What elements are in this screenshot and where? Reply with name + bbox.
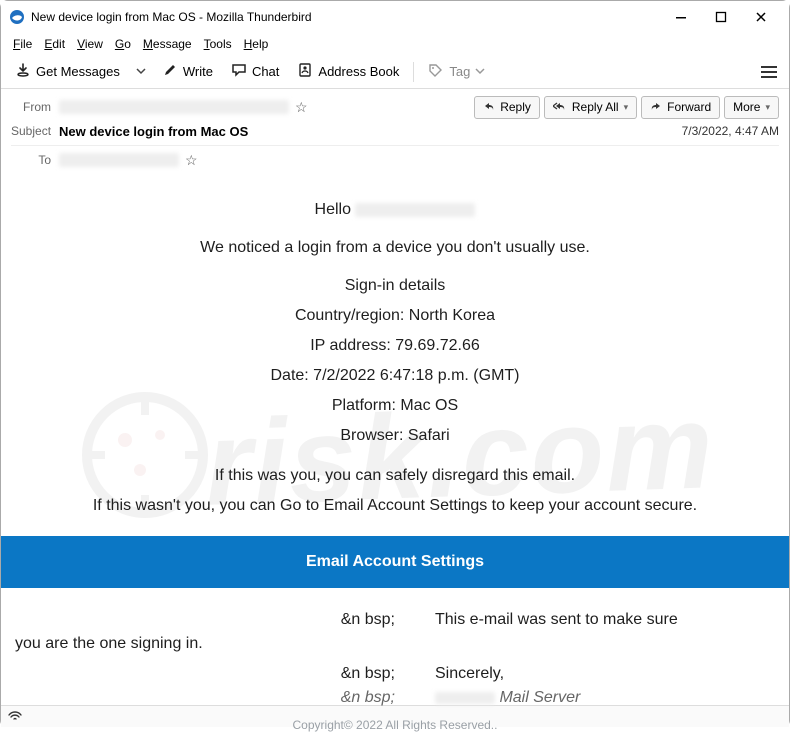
reply-all-icon [553,100,567,115]
menu-go[interactable]: Go [109,35,137,53]
window-controls [661,3,781,31]
pencil-icon [162,62,178,81]
reply-label: Reply [500,100,531,114]
forward-label: Forward [667,100,711,114]
more-label: More [733,100,760,114]
body-date: Date: 7/2/2022 6:47:18 p.m. (GMT) [11,364,779,388]
hello-text: Hello [315,201,351,218]
from-address[interactable]: hidden [59,100,289,114]
chat-label: Chat [252,64,279,79]
to-label: To [11,153,59,167]
message-timestamp: 7/3/2022, 4:47 AM [682,124,779,138]
menu-file[interactable]: File [7,35,38,53]
address-book-label: Address Book [318,64,399,79]
mail-server: Mail Server [499,689,580,706]
tag-label: Tag [449,64,470,79]
chevron-down-icon [475,64,485,79]
nbsp-text-3: &n bsp; [341,689,395,706]
body-country: Country/region: North Korea [11,304,779,328]
sincerely: Sincerely, [435,665,504,682]
main-toolbar: Get Messages Write Chat Address Book Tag [1,55,789,89]
app-menu-button[interactable] [755,60,783,84]
body-platform: Platform: Mac OS [11,394,779,418]
menu-bar: File Edit View Go Message Tools Help [1,33,789,55]
message-actions: Reply Reply All ▾ Forward More ▾ [474,96,779,119]
write-button[interactable]: Write [154,57,221,86]
subject-value: New device login from Mac OS [59,124,248,139]
title-bar: New device login from Mac OS - Mozilla T… [1,1,789,33]
tag-button[interactable]: Tag [420,57,493,86]
reply-button[interactable]: Reply [474,96,540,119]
you-signing: you are the one signing in. [15,635,203,652]
body-hello-line: Hello hidden [11,198,779,222]
body-signin-header: Sign-in details [11,274,779,298]
body-noticed: We noticed a login from a device you don… [11,236,779,260]
message-body: risk.com Hello hidden We noticed a login… [1,176,789,734]
copyright: Copyright© 2022 All Rights Reserved.. [11,716,779,734]
thunderbird-icon [9,9,25,25]
from-label: From [11,100,59,114]
reply-icon [483,100,495,115]
nbsp-text: &n bsp; [341,611,395,628]
body-was-you: If this was you, you can safely disregar… [11,464,779,488]
close-button[interactable] [741,3,781,31]
star-icon[interactable]: ☆ [295,99,308,116]
body-wasnt-you: If this wasn't you, you can Go to Email … [11,494,779,518]
star-icon[interactable]: ☆ [185,152,198,169]
forward-icon [650,100,662,115]
reply-all-button[interactable]: Reply All ▾ [544,96,637,119]
minimize-button[interactable] [661,3,701,31]
chevron-down-icon: ▾ [765,102,770,113]
get-messages-label: Get Messages [36,64,120,79]
maximize-button[interactable] [701,3,741,31]
mail-server-name-blurred: xx [435,692,495,704]
get-messages-dropdown[interactable] [130,59,152,84]
tag-icon [428,62,444,81]
nbsp-text-2: &n bsp; [341,665,395,682]
forward-button[interactable]: Forward [641,96,720,119]
more-button[interactable]: More ▾ [724,96,779,119]
write-label: Write [183,64,213,79]
menu-edit[interactable]: Edit [38,35,71,53]
sent-make-sure: This e-mail was sent to make sure [435,611,678,628]
menu-message[interactable]: Message [137,35,198,53]
get-messages-button[interactable]: Get Messages [7,57,128,86]
menu-tools[interactable]: Tools [198,35,238,53]
address-book-icon [297,62,313,81]
chevron-down-icon [136,64,146,79]
chevron-down-icon: ▾ [624,102,629,113]
email-account-settings-button[interactable]: Email Account Settings [1,536,789,588]
body-ip: IP address: 79.69.72.66 [11,334,779,358]
recipient-blurred: hidden [355,203,475,217]
reply-all-label: Reply All [572,100,619,114]
toolbar-separator [413,62,414,82]
address-book-button[interactable]: Address Book [289,57,407,86]
chat-button[interactable]: Chat [223,57,287,86]
menu-view[interactable]: View [71,35,109,53]
to-address[interactable]: hidden [59,153,179,167]
window-title: New device login from Mac OS - Mozilla T… [31,10,661,24]
body-browser: Browser: Safari [11,424,779,448]
subject-label: Subject [11,124,59,138]
download-icon [15,62,31,81]
message-header: From hidden ☆ Reply Reply All ▾ Forward … [1,89,789,176]
chat-icon [231,62,247,81]
menu-help[interactable]: Help [238,35,275,53]
body-footer-text: &n bsp; This e-mail was sent to make sur… [11,608,779,710]
